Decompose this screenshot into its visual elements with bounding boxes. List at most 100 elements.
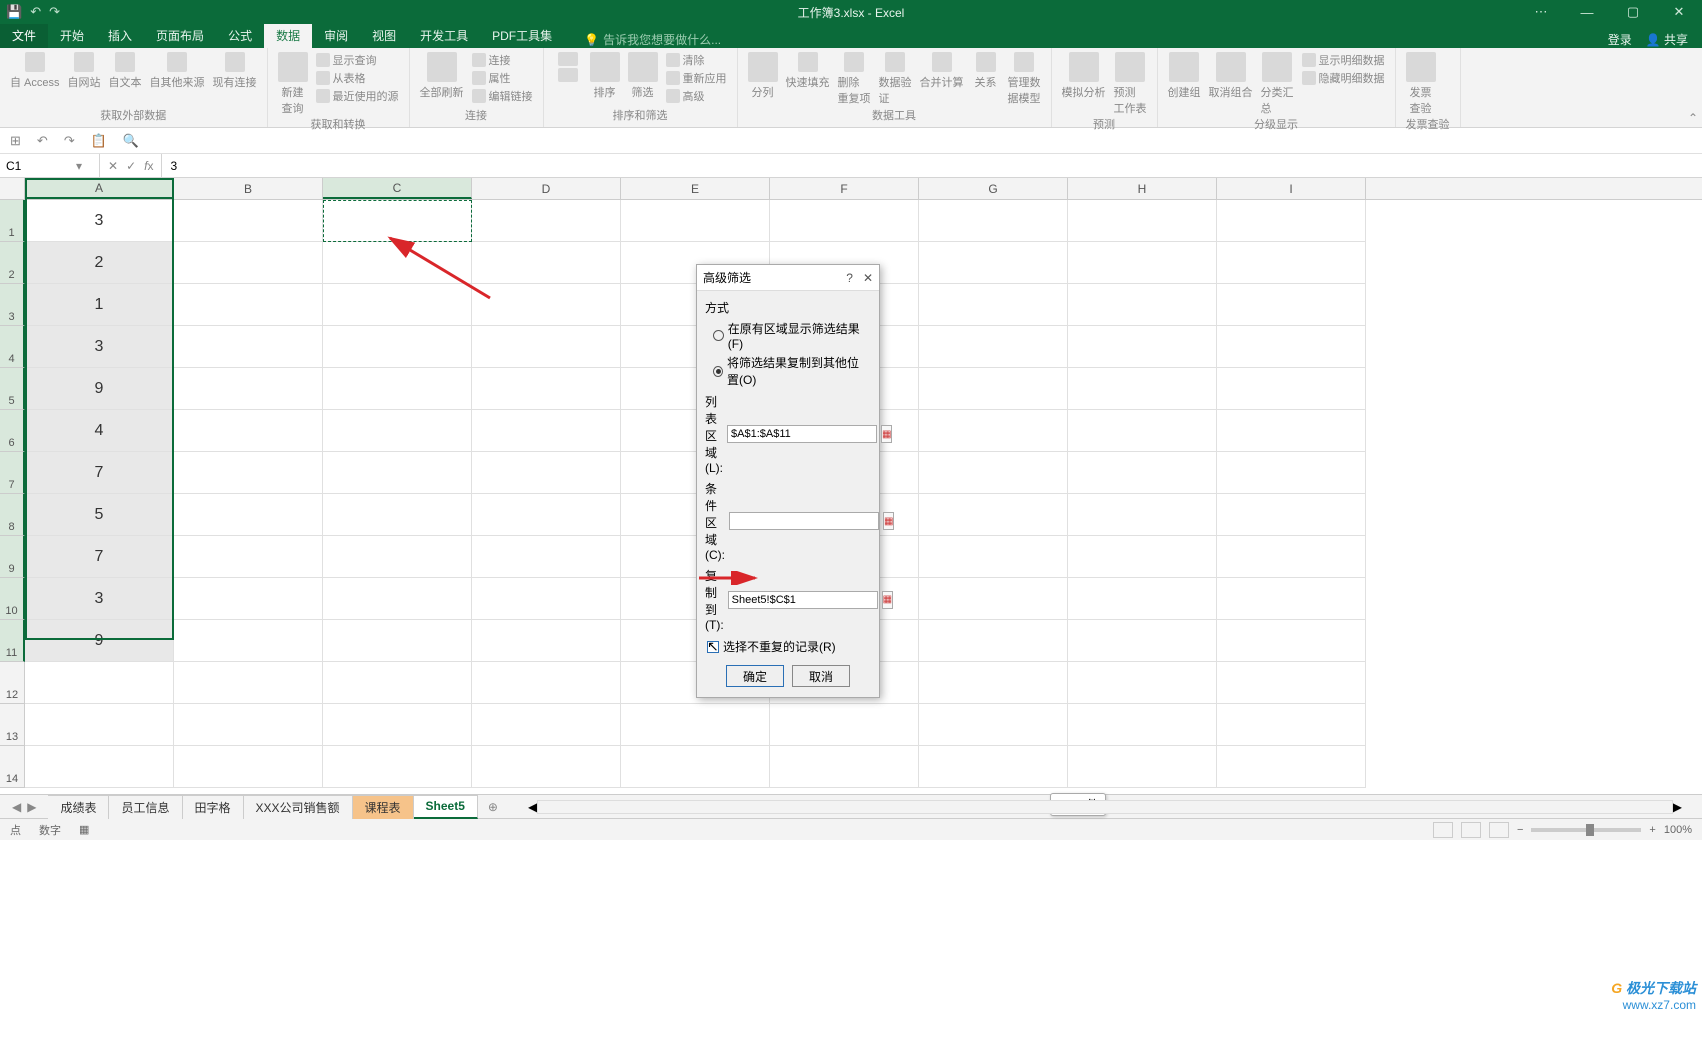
sheet-nav-prev-icon[interactable]: ◀ [12, 800, 21, 814]
cell[interactable] [1217, 536, 1366, 578]
cell[interactable]: 5 [25, 494, 174, 536]
cell[interactable] [174, 578, 323, 620]
row-header[interactable]: 13 [0, 704, 25, 746]
from-table-button[interactable]: 从表格 [316, 70, 399, 86]
from-text-button[interactable]: 自文本 [109, 52, 142, 90]
new-query-button[interactable]: 新建 查询 [278, 52, 308, 116]
cell[interactable] [1217, 578, 1366, 620]
cell[interactable] [323, 662, 472, 704]
cell[interactable] [323, 368, 472, 410]
cell[interactable] [174, 620, 323, 662]
show-queries-button[interactable]: 显示查询 [316, 52, 399, 68]
cell[interactable] [919, 242, 1068, 284]
row-header[interactable]: 4 [0, 326, 25, 368]
cell[interactable] [1217, 620, 1366, 662]
cell[interactable] [174, 452, 323, 494]
remove-dup-button[interactable]: 删除 重复项 [838, 52, 871, 106]
row-header[interactable]: 2 [0, 242, 25, 284]
sheet-nav-next-icon[interactable]: ▶ [27, 800, 36, 814]
cell[interactable] [472, 536, 621, 578]
row-header[interactable]: 10 [0, 578, 25, 620]
zoom-slider[interactable] [1531, 828, 1641, 832]
tab-layout[interactable]: 页面布局 [144, 23, 216, 48]
cell[interactable] [919, 662, 1068, 704]
cell[interactable] [1217, 746, 1366, 788]
tab-home[interactable]: 开始 [48, 23, 96, 48]
cell[interactable] [1068, 410, 1217, 452]
cell[interactable] [919, 326, 1068, 368]
cell[interactable] [472, 242, 621, 284]
cell[interactable] [174, 704, 323, 746]
row-header[interactable]: 11 [0, 620, 25, 662]
tab-formula[interactable]: 公式 [216, 23, 264, 48]
copy-to-input[interactable] [728, 591, 878, 609]
sheet-tab[interactable]: 成绩表 [48, 795, 109, 819]
col-header-h[interactable]: H [1068, 178, 1217, 199]
cell[interactable] [174, 368, 323, 410]
cell[interactable]: 7 [25, 452, 174, 494]
close-button[interactable]: ✕ [1656, 0, 1702, 24]
cell[interactable] [174, 284, 323, 326]
subtotal-button[interactable]: 分类汇 总 [1261, 52, 1294, 116]
criteria-range-input[interactable] [729, 512, 879, 530]
ungroup-button[interactable]: 取消组合 [1209, 52, 1253, 100]
cell[interactable]: 2 [25, 242, 174, 284]
cell[interactable] [1068, 704, 1217, 746]
cell[interactable] [472, 452, 621, 494]
cell[interactable] [1217, 704, 1366, 746]
zoom-out-icon[interactable]: − [1517, 824, 1523, 836]
cell[interactable] [1068, 242, 1217, 284]
cell[interactable] [1217, 242, 1366, 284]
from-other-button[interactable]: 自其他来源 [150, 52, 205, 90]
scroll-right-icon[interactable]: ▶ [1673, 800, 1682, 814]
cell[interactable] [1217, 200, 1366, 242]
col-header-b[interactable]: B [174, 178, 323, 199]
cell[interactable] [621, 704, 770, 746]
cell[interactable] [1217, 494, 1366, 536]
cancel-icon[interactable]: ✕ [108, 159, 118, 173]
save-icon[interactable]: 💾 [6, 4, 22, 20]
cell[interactable] [1068, 326, 1217, 368]
cell[interactable]: 3 [25, 578, 174, 620]
ribbon-options-icon[interactable]: ⋯ [1518, 0, 1564, 24]
cell[interactable] [472, 284, 621, 326]
cell[interactable] [1068, 494, 1217, 536]
data-validation-button[interactable]: 数据验 证 [879, 52, 912, 106]
col-header-e[interactable]: E [621, 178, 770, 199]
cell[interactable]: 3 [25, 326, 174, 368]
tab-review[interactable]: 审阅 [312, 23, 360, 48]
sheet-tab[interactable]: 田字格 [183, 795, 244, 819]
cell[interactable] [1068, 662, 1217, 704]
tool-icon[interactable]: ↶ [37, 133, 48, 149]
cell[interactable] [919, 452, 1068, 494]
row-header[interactable]: 8 [0, 494, 25, 536]
fx-icon[interactable]: fx [144, 159, 153, 173]
advanced-filter-button[interactable]: 高级 [666, 88, 727, 104]
page-layout-view-icon[interactable] [1461, 822, 1481, 838]
cell[interactable] [1068, 452, 1217, 494]
connections-button[interactable]: 连接 [472, 52, 533, 68]
cell[interactable] [1068, 200, 1217, 242]
tab-dev[interactable]: 开发工具 [408, 23, 480, 48]
from-web-button[interactable]: 自网站 [68, 52, 101, 90]
scroll-left-icon[interactable]: ◀ [528, 800, 537, 814]
cell[interactable] [174, 326, 323, 368]
formula-input[interactable] [170, 159, 1702, 173]
cell[interactable] [472, 578, 621, 620]
login-link[interactable]: 登录 [1608, 31, 1632, 48]
cell[interactable] [919, 494, 1068, 536]
cell[interactable] [770, 746, 919, 788]
cell[interactable] [1068, 578, 1217, 620]
row-header[interactable]: 3 [0, 284, 25, 326]
share-button[interactable]: 👤 共享 [1646, 31, 1688, 48]
filter-button[interactable]: 筛选 [628, 52, 658, 100]
reapply-button[interactable]: 重新应用 [666, 70, 727, 86]
cell[interactable] [472, 620, 621, 662]
cell[interactable] [1217, 452, 1366, 494]
row-header[interactable]: 1 [0, 200, 25, 242]
col-header-c[interactable]: C [323, 178, 472, 199]
cell[interactable] [621, 200, 770, 242]
tab-view[interactable]: 视图 [360, 23, 408, 48]
existing-conn-button[interactable]: 现有连接 [213, 52, 257, 90]
cell[interactable] [472, 746, 621, 788]
